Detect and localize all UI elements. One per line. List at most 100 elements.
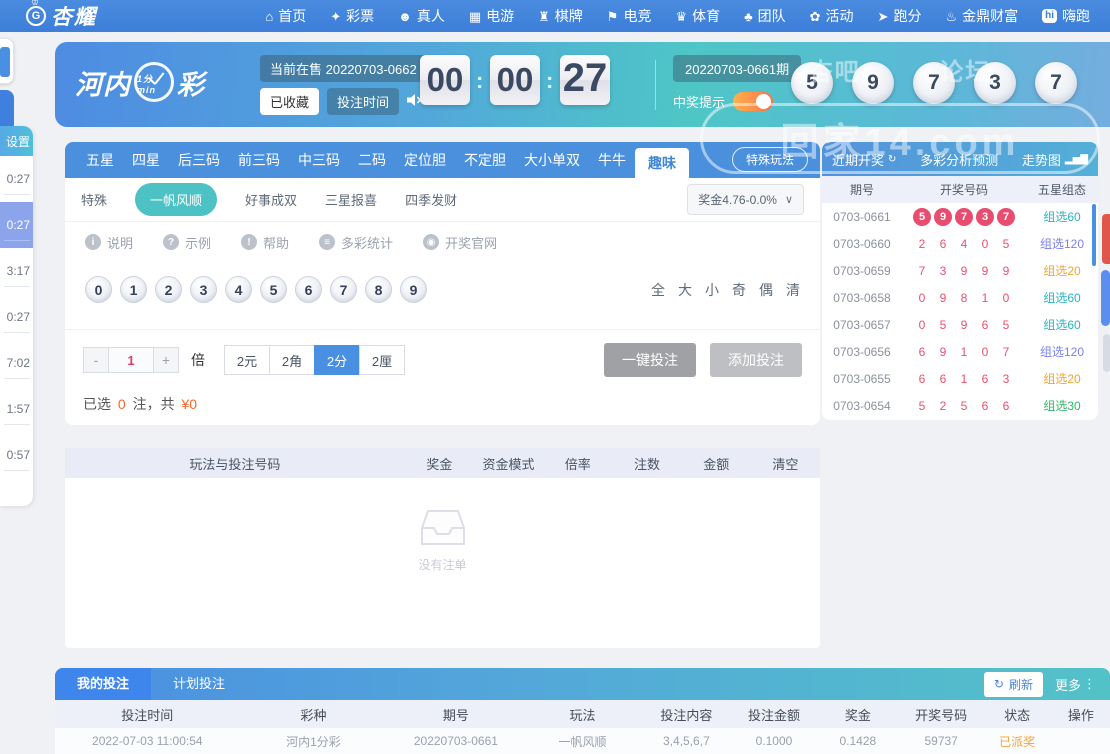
tab-sixing[interactable]: 四星 (123, 142, 169, 178)
nav-item-home[interactable]: ⌂ 首页 (253, 0, 318, 32)
stats-link[interactable]: ≡ 多彩统计 (319, 233, 393, 252)
subtab-sanxingbaoxi[interactable]: 三星报喜 (325, 190, 377, 209)
edge-float-red[interactable] (1102, 214, 1110, 264)
more-link[interactable]: 更多 ⋮ (1055, 675, 1096, 694)
sidebar-lottery-item[interactable]: 1:57 (0, 386, 33, 432)
number-ball-7[interactable]: 7 (330, 276, 357, 303)
subtab-haoshichengshuang[interactable]: 好事成双 (245, 190, 297, 209)
nav-item-chess[interactable]: ♜ 棋牌 (526, 0, 595, 32)
number-ball-9[interactable]: 9 (400, 276, 427, 303)
unit-li-button[interactable]: 2厘 (359, 345, 405, 375)
quick-pick-all[interactable]: 全 (651, 280, 665, 300)
tab-recent-draws[interactable]: 近期开奖 ↻ (832, 150, 896, 169)
tab-plan-bets[interactable]: 计划投注 (151, 668, 247, 700)
refresh-button[interactable]: ↻ 刷新 (983, 671, 1043, 697)
number-ball-3[interactable]: 3 (190, 276, 217, 303)
subtab-yifanfengshun-active[interactable]: 一帆风顺 (135, 183, 218, 216)
draw-digit: 2 (918, 236, 926, 251)
quick-pick-big[interactable]: 大 (678, 280, 692, 300)
number-ball-1[interactable]: 1 (120, 276, 147, 303)
nav-item-hi[interactable]: hi 嗨跑 (1030, 0, 1102, 32)
number-ball-6[interactable]: 6 (295, 276, 322, 303)
sidebar-lottery-item-active[interactable]: 0:27 (0, 202, 33, 248)
pattern-link[interactable]: 组选120 (1026, 343, 1098, 360)
brand-logo[interactable]: G 杏耀 (26, 0, 97, 31)
sidebar-lottery-item[interactable]: 0:27 (0, 156, 33, 202)
nav-item-live[interactable]: ☻ 真人 (386, 0, 457, 32)
subtab-teshu[interactable]: 特殊 (81, 190, 107, 209)
number-ball-2[interactable]: 2 (155, 276, 182, 303)
nav-item-sports[interactable]: ♛ 体育 (663, 0, 732, 32)
clock-text: 1分min (137, 74, 157, 95)
my-bets-table-header: 投注时间 彩种 期号 玩法 投注内容 投注金额 奖金 开奖号码 状态 操作 (55, 700, 1110, 728)
pattern-link[interactable]: 组选20 (1026, 262, 1098, 279)
example-link[interactable]: ? 示例 (163, 233, 211, 252)
countdown-separator: : (546, 68, 554, 93)
pattern-link[interactable]: 组选60 (1026, 289, 1098, 306)
tab-niuniu[interactable]: 牛牛 (589, 142, 635, 178)
tab-dingweidan[interactable]: 定位胆 (395, 142, 455, 178)
floating-widget[interactable] (0, 38, 14, 84)
edge-float-blue[interactable] (1101, 270, 1110, 326)
tab-my-bets-active[interactable]: 我的投注 (55, 668, 151, 700)
tab-daxiaodanshuang[interactable]: 大小单双 (515, 142, 589, 178)
sidebar-lottery-item[interactable]: 3:17 (0, 248, 33, 294)
multiplier-minus-button[interactable]: - (83, 347, 109, 373)
draw-digits: 6 6 1 6 3 (902, 372, 1026, 386)
number-ball-5[interactable]: 5 (260, 276, 287, 303)
pattern-link[interactable]: 组选30 (1026, 397, 1098, 414)
bet-time-button[interactable]: 投注时间 (327, 88, 400, 115)
nav-item-racing[interactable]: ➤ 跑分 (866, 0, 934, 32)
nav-item-esports[interactable]: ⚑ 电竞 (595, 0, 664, 32)
instructions-link[interactable]: i 说明 (85, 233, 133, 252)
pattern-link[interactable]: 组选20 (1026, 370, 1098, 387)
refresh-icon[interactable]: ↻ (888, 154, 896, 165)
number-ball-4[interactable]: 4 (225, 276, 252, 303)
pattern-link[interactable]: 组选60 (1026, 316, 1098, 333)
number-ball-0[interactable]: 0 (85, 276, 112, 303)
tab-budingdan[interactable]: 不定胆 (455, 142, 515, 178)
sidebar-lottery-item[interactable]: 7:02 (0, 340, 33, 386)
multiplier-value-field[interactable]: 1 (109, 347, 153, 373)
nav-item-activity[interactable]: ✿ 活动 (798, 0, 866, 32)
tab-analysis-forecast[interactable]: 多彩分析预测 (920, 150, 998, 169)
quick-pick-small[interactable]: 小 (705, 280, 719, 300)
tab-erma[interactable]: 二码 (349, 142, 395, 178)
subtab-sijifacai[interactable]: 四季发财 (405, 190, 457, 209)
panel-scrollbar[interactable] (1092, 204, 1096, 266)
col-period: 期号 (442, 707, 469, 723)
unit-yuan-button[interactable]: 2元 (224, 345, 270, 375)
quick-pick-even[interactable]: 偶 (759, 280, 773, 300)
help-link[interactable]: ! 帮助 (241, 233, 289, 252)
tab-zhongsanma[interactable]: 中三码 (289, 142, 349, 178)
pattern-link[interactable]: 组选60 (1026, 208, 1098, 225)
special-plays-button[interactable]: 特殊玩法 (731, 147, 808, 172)
pattern-link[interactable]: 组选120 (1026, 235, 1098, 252)
sidebar-lottery-item[interactable]: 0:27 (0, 294, 33, 340)
add-bet-button[interactable]: 添加投注 (710, 343, 802, 377)
one-key-bet-button[interactable]: 一键投注 (604, 343, 696, 377)
prize-rate-dropdown[interactable]: 奖金4.76-0.0% ∨ (687, 184, 804, 215)
unit-fen-button-active[interactable]: 2分 (314, 345, 360, 375)
quick-pick-odd[interactable]: 奇 (732, 280, 746, 300)
favorited-button[interactable]: 已收藏 (260, 88, 320, 115)
quick-pick-clear[interactable]: 清 (786, 280, 800, 300)
win-tip-toggle[interactable] (733, 92, 774, 111)
nav-item-wealth[interactable]: ♨ 金鼎财富 (933, 0, 1030, 32)
tab-quwei-active[interactable]: 趣味 (635, 148, 689, 178)
official-site-link[interactable]: ◉ 开奖官网 (423, 233, 497, 252)
sidebar-lottery-item[interactable]: 0:57 (0, 432, 33, 478)
multiplier-plus-button[interactable]: + (153, 347, 179, 373)
nav-item-egames[interactable]: ▦ 电游 (457, 0, 526, 32)
tab-housanma[interactable]: 后三码 (169, 142, 229, 178)
sidebar-settings-button[interactable]: 设置 (0, 126, 33, 156)
nav-item-lottery[interactable]: ✦ 彩票 (318, 0, 386, 32)
my-bet-row: 2022-07-03 11:00:54 河内1分彩 20220703-0661 … (55, 728, 1110, 754)
tab-qiansanma[interactable]: 前三码 (229, 142, 289, 178)
number-ball-8[interactable]: 8 (365, 276, 392, 303)
nav-item-team[interactable]: ♣ 团队 (732, 0, 798, 32)
col-clear-all[interactable]: 清空 (751, 454, 820, 473)
tab-wuxing[interactable]: 五星 (77, 142, 123, 178)
tab-trend-chart[interactable]: 走势图 ▂▅▇ (1022, 150, 1088, 169)
unit-jiao-button[interactable]: 2角 (269, 345, 315, 375)
